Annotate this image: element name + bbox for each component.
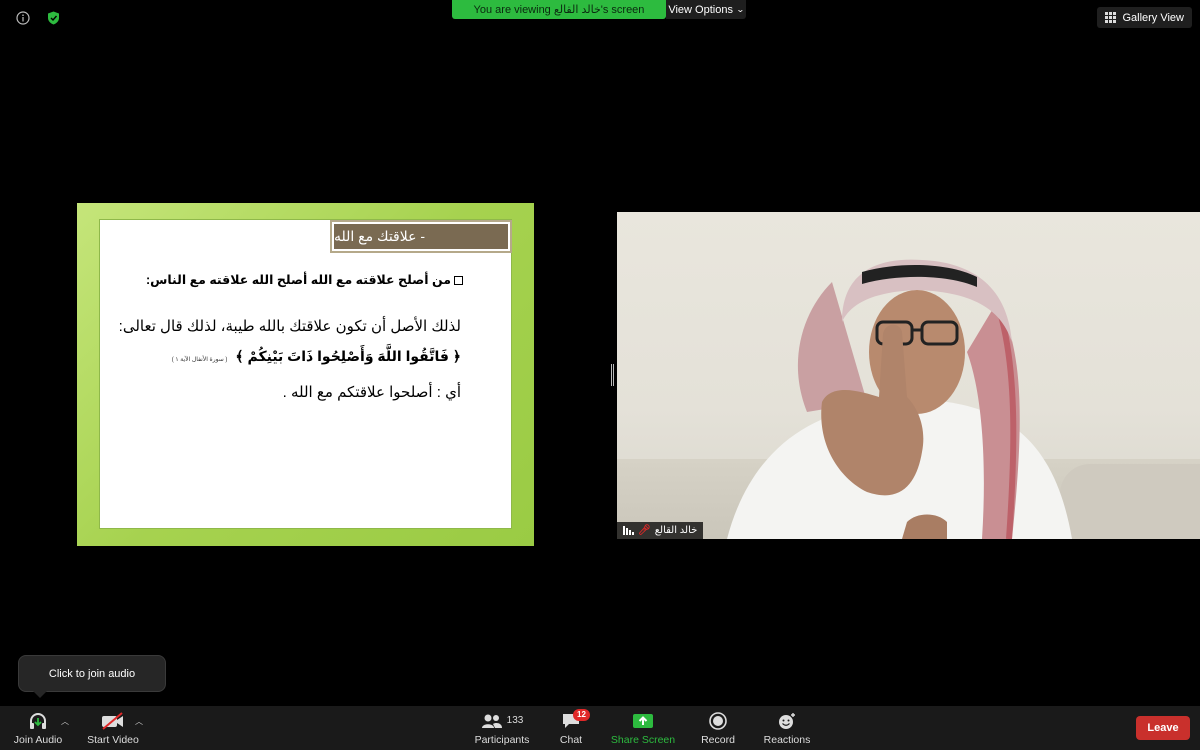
viewing-banner-text: You are viewing خالد القالع's screen xyxy=(473,4,645,16)
headphones-icon xyxy=(28,711,48,731)
slide-title-tab: - علاقتك مع الله xyxy=(330,220,512,253)
reactions-button[interactable]: Reactions xyxy=(762,706,812,750)
encryption-shield-icon[interactable] xyxy=(45,10,61,26)
chat-label: Chat xyxy=(559,733,583,746)
gallery-view-label: Gallery View xyxy=(1122,11,1184,24)
participant-name-tag: خالد القالع 🎤︎ xyxy=(617,522,704,539)
viewing-screen-banner: You are viewing خالد القالع's screen xyxy=(452,0,666,19)
share-screen-label: Share Screen xyxy=(610,733,676,746)
join-audio-label: Join Audio xyxy=(13,733,63,746)
split-view-handle[interactable] xyxy=(611,364,614,386)
slide-line-1: من أصلح علاقته مع الله أصلح الله علاقته … xyxy=(146,272,463,287)
chat-unread-badge: 12 xyxy=(573,708,590,721)
checkbox-bullet-icon xyxy=(454,276,463,286)
gallery-view-button[interactable]: Gallery View xyxy=(1097,7,1192,28)
shared-slide: - علاقتك مع الله من أصلح علاقته مع الله … xyxy=(77,203,534,546)
top-left-icons xyxy=(15,10,61,26)
start-video-button[interactable]: Start Video xyxy=(84,706,142,750)
grid-icon xyxy=(1105,12,1117,23)
participant-video-tile[interactable]: خالد القالع 🎤︎ xyxy=(617,212,1200,539)
slide-line-4: أي : أصلحوا علاقتكم مع الله . xyxy=(282,384,461,401)
info-icon[interactable] xyxy=(15,10,31,26)
mic-muted-icon: 🎤︎ xyxy=(638,525,651,536)
participants-button[interactable]: 133 Participants xyxy=(472,706,532,750)
participant-name: خالد القالع xyxy=(654,525,698,536)
slide-title: - علاقتك مع الله xyxy=(334,228,425,244)
participants-label: Participants xyxy=(474,733,530,746)
meeting-toolbar: Join Audio ︿ Start Video ︿ 133 Participa… xyxy=(0,706,1200,750)
chevron-down-icon: ⌄ xyxy=(735,5,745,14)
share-screen-button[interactable]: Share Screen xyxy=(610,706,676,750)
video-off-icon xyxy=(100,711,126,731)
share-screen-icon xyxy=(632,711,654,731)
join-audio-tooltip[interactable]: Click to join audio xyxy=(18,655,166,698)
audio-options-caret-icon[interactable]: ︿ xyxy=(61,716,69,727)
slide-line-3: ﴿ فَاتَّقُوا اللَّهَ وَأَصْلِحُوا ذَاتَ … xyxy=(172,348,461,365)
reactions-label: Reactions xyxy=(763,733,811,746)
slide-line-1-text: من أصلح علاقته مع الله أصلح الله علاقته … xyxy=(145,273,451,287)
participants-count: 133 xyxy=(506,715,524,726)
verse-reference: ( سورة الأنفال الآية ١ ) xyxy=(171,357,228,363)
chat-button[interactable]: 12 Chat xyxy=(553,706,590,750)
meeting-window: You are viewing خالد القالع's screen Vie… xyxy=(0,0,1200,750)
signal-strength-icon xyxy=(623,526,634,535)
record-label: Record xyxy=(701,733,735,746)
record-button[interactable]: Record xyxy=(698,706,738,750)
leave-label: Leave xyxy=(1147,722,1179,734)
record-icon xyxy=(709,711,727,731)
start-video-label: Start Video xyxy=(87,733,139,746)
reactions-smiley-icon xyxy=(777,711,797,731)
join-audio-button[interactable]: Join Audio xyxy=(12,706,64,750)
slide-content-panel: - علاقتك مع الله من أصلح علاقته مع الله … xyxy=(99,219,512,529)
video-options-caret-icon[interactable]: ︿ xyxy=(135,716,143,727)
participant-video xyxy=(727,259,1072,539)
chat-icon: 12 xyxy=(561,708,590,731)
slide-line-2: لذلك الأصل أن تكون علاقتك بالله طيبة، لذ… xyxy=(118,318,461,335)
leave-button[interactable]: Leave xyxy=(1136,716,1190,740)
view-options-button[interactable]: View Options ⌄ xyxy=(666,0,746,19)
participants-icon: 133 xyxy=(481,711,524,731)
quran-verse: ﴿ فَاتَّقُوا اللَّهَ وَأَصْلِحُوا ذَاتَ … xyxy=(235,348,461,364)
view-options-label: View Options xyxy=(668,3,733,16)
tooltip-text: Click to join audio xyxy=(48,667,136,680)
